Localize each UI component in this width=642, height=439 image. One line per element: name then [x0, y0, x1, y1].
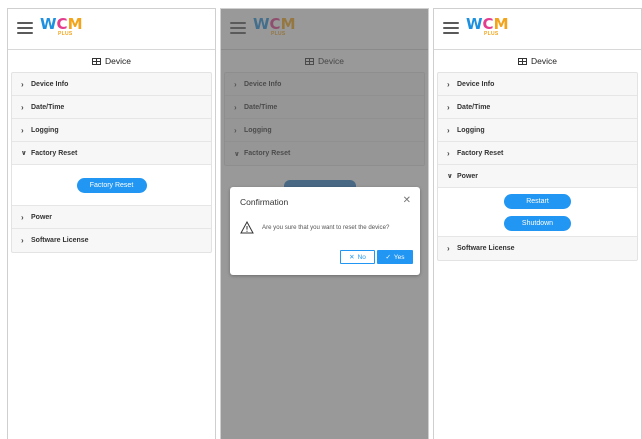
chevron-right-icon: › — [447, 148, 450, 158]
dialog-buttons: ✕ No ✓ Yes — [340, 250, 413, 264]
hamburger-menu-icon[interactable] — [443, 22, 459, 34]
chevron-right-icon: › — [21, 212, 24, 222]
menu-item-power[interactable]: › Power — [12, 206, 211, 229]
chevron-down-icon: ∨ — [447, 173, 453, 180]
chevron-right-icon: › — [447, 244, 450, 253]
factory-reset-panel: Factory Reset — [12, 165, 211, 206]
shutdown-button[interactable]: Shutdown — [504, 215, 571, 231]
menu-item-power[interactable]: ∨ Power — [438, 165, 637, 188]
device-menu: ›Device Info ›Date/Time ›Logging ∨Factor… — [11, 72, 212, 253]
chevron-right-icon: › — [21, 236, 24, 245]
chevron-right-icon: › — [447, 102, 450, 112]
screen-power-expanded: WCM PLUS Device › Device Info › Date/Time … — [433, 8, 642, 439]
top-bar: WCM PLUS — [8, 9, 215, 50]
yes-button[interactable]: ✓ Yes — [377, 250, 413, 264]
menu-item-logging[interactable]: ›Logging — [438, 119, 637, 142]
menu-item-date-time[interactable]: ›Date/Time — [12, 96, 211, 119]
device-menu: › Device Info › Date/Time › Logging › Factor… — [437, 72, 638, 261]
screen-confirmation-dialog: WCM PLUS Device ›Device Info ›Date/Time … — [220, 8, 429, 439]
no-button[interactable]: ✕ No — [340, 250, 375, 264]
wcm-plus-logo: WCM PLUS — [40, 15, 83, 37]
menu-item-device-info[interactable]: ›Device Info — [12, 73, 211, 96]
page-title: Device — [8, 50, 215, 72]
dialog-title: Confirmation — [240, 197, 289, 207]
top-bar: WCM PLUS — [434, 9, 641, 50]
table-icon — [92, 57, 101, 65]
check-icon: ✓ — [385, 254, 391, 261]
chevron-right-icon: › — [21, 125, 24, 135]
wcm-plus-logo: WCM PLUS — [466, 15, 509, 37]
menu-item-date-time[interactable]: ›Date/Time — [438, 96, 637, 119]
chevron-right-icon: › — [21, 102, 24, 112]
close-icon[interactable]: ✕ — [403, 195, 411, 206]
screen-factory-reset-expanded: WCM PLUS Device › Device Info › Date/Time … — [7, 8, 216, 439]
confirmation-dialog: Confirmation ✕ Are you sure that you wan… — [230, 187, 420, 275]
dialog-message: Are you sure that you want to reset the … — [240, 221, 389, 234]
page-title: Device — [434, 50, 641, 72]
menu-item-logging[interactable]: ›Logging — [12, 119, 211, 142]
chevron-right-icon: › — [447, 125, 450, 135]
chevron-right-icon: › — [447, 79, 450, 89]
menu-item-software-license[interactable]: › Software License — [12, 229, 211, 252]
chevron-down-icon: ∨ — [21, 150, 27, 157]
restart-button[interactable]: Restart — [504, 193, 571, 209]
power-panel: Restart Shutdown — [438, 188, 637, 237]
x-icon: ✕ — [349, 254, 355, 261]
menu-item-factory-reset[interactable]: › Factory Reset — [438, 142, 637, 165]
chevron-right-icon: › — [21, 79, 24, 89]
menu-item-device-info[interactable]: ›Device Info — [438, 73, 637, 96]
menu-item-software-license[interactable]: › Software License — [438, 237, 637, 260]
hamburger-menu-icon[interactable] — [17, 22, 33, 34]
warning-icon — [240, 221, 254, 234]
table-icon — [518, 57, 527, 65]
factory-reset-button[interactable]: Factory Reset — [76, 177, 147, 193]
menu-item-factory-reset[interactable]: ∨Factory Reset — [12, 142, 211, 165]
